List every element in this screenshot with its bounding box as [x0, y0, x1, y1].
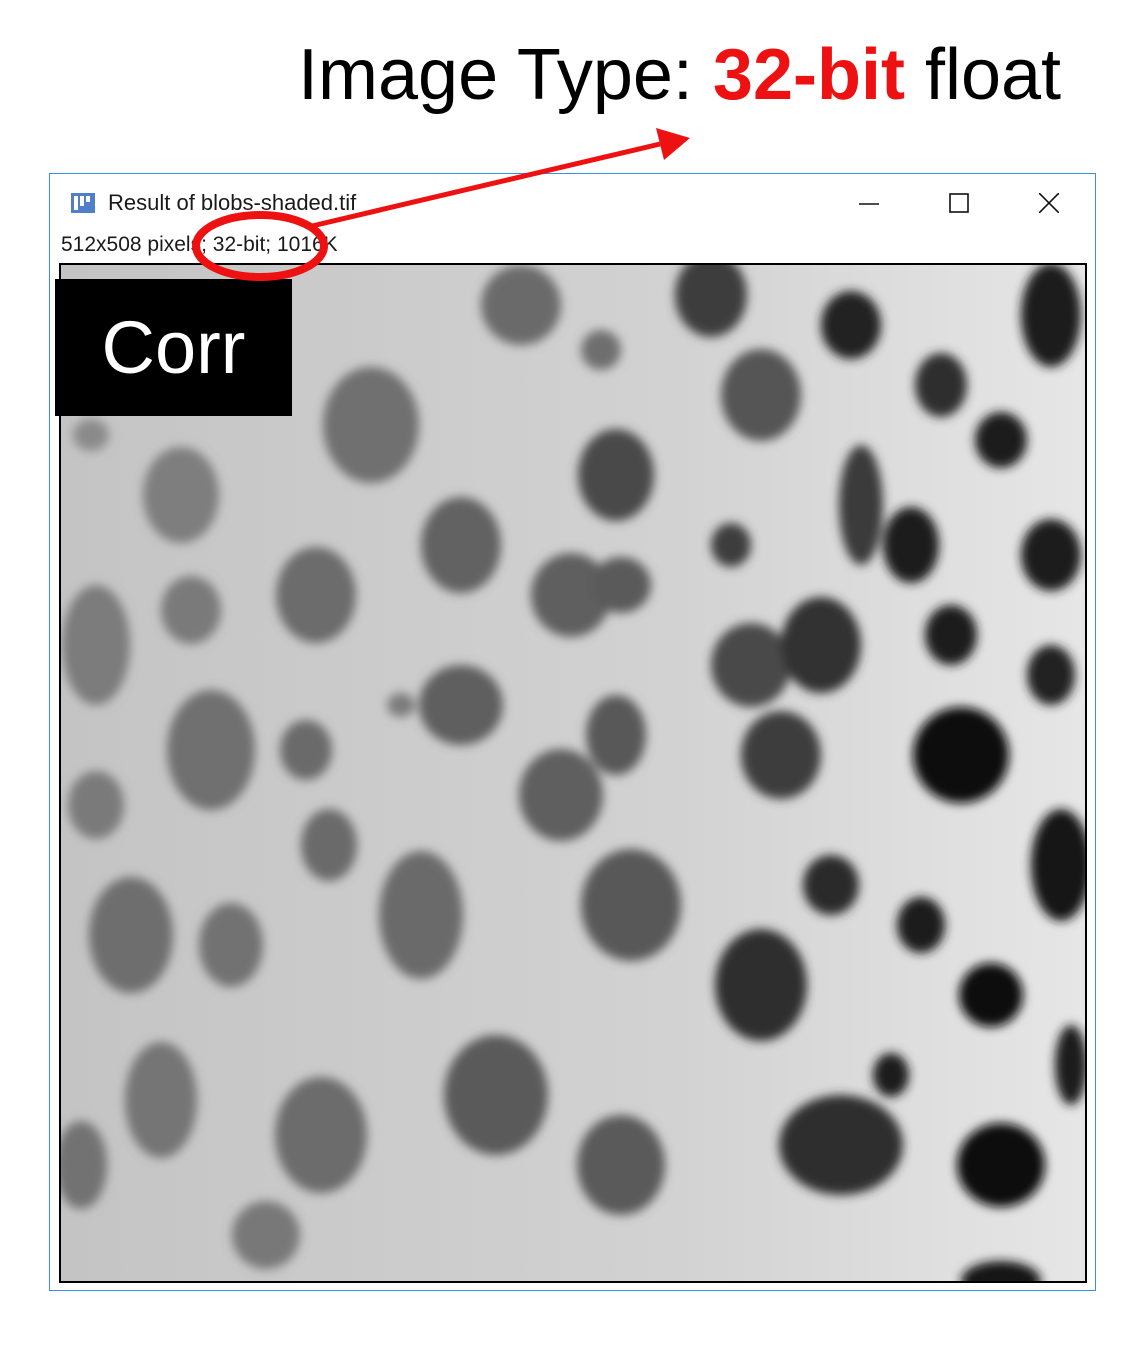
close-icon [1039, 193, 1059, 213]
image-info-bar: 512x508 pixels; 32-bit; 1016K [61, 233, 338, 256]
image-type-headline: Image Type: 32-bit float [298, 32, 1061, 118]
maximize-icon [949, 193, 969, 213]
blobs-image [61, 265, 1085, 1281]
window-titlebar[interactable]: Result of blobs-shaded.tif [50, 174, 1095, 232]
headline-suffix: float [904, 35, 1062, 115]
minimize-icon [859, 203, 879, 205]
image-canvas[interactable] [59, 263, 1087, 1283]
overlay-label: Corr [55, 279, 292, 416]
minimize-button[interactable] [846, 184, 892, 222]
imagej-icon [70, 191, 96, 215]
close-button[interactable] [1026, 184, 1072, 222]
headline-prefix: Image Type: [298, 35, 713, 115]
maximize-button[interactable] [936, 184, 982, 222]
headline-accent: 32-bit [712, 35, 905, 115]
window-title: Result of blobs-shaded.tif [108, 190, 357, 215]
